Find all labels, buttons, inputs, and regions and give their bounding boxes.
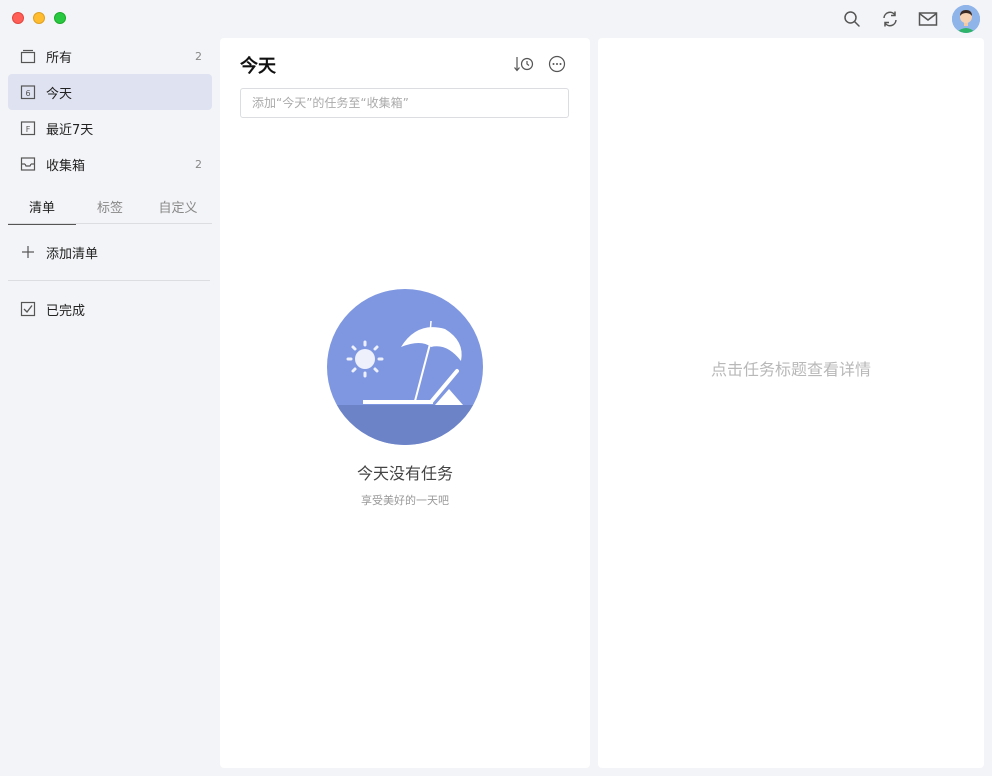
calendar-today-icon: 6 [20, 84, 36, 100]
inbox-icon [20, 156, 36, 172]
zoom-window-button[interactable] [54, 12, 66, 24]
sidebar-tabs: 清单 标签 自定义 [8, 188, 212, 225]
sidebar: 所有 2 6 今天 F 最近7天 收集箱 2 清单 标签 自定义 添加清单 已完… [0, 38, 220, 776]
task-list-panel: 今天 今天没有任务 享受美好的 [220, 38, 590, 768]
title-bar [0, 0, 992, 38]
tab-tags[interactable]: 标签 [76, 188, 144, 224]
detail-hint: 点击任务标题查看详情 [710, 360, 871, 379]
sidebar-item-inbox[interactable]: 收集箱 2 [8, 146, 212, 182]
calendar-week-icon: F [20, 120, 36, 136]
sidebar-item-all[interactable]: 所有 2 [8, 38, 212, 74]
sidebar-item-label: 收集箱 [46, 158, 86, 174]
empty-state-title: 今天没有任务 [356, 464, 453, 483]
empty-state-subtitle: 享受美好的一天吧 [361, 494, 449, 507]
item-count: 2 [195, 49, 202, 63]
sidebar-item-label: 所有 [46, 50, 73, 66]
sidebar-item-today[interactable]: 6 今天 [8, 74, 212, 110]
mail-icon[interactable] [914, 5, 942, 33]
sidebar-item-next-7-days[interactable]: F 最近7天 [8, 110, 212, 146]
minimize-window-button[interactable] [33, 12, 45, 24]
plus-icon [20, 244, 36, 260]
task-detail-panel: 点击任务标题查看详情 [598, 38, 984, 768]
calendar-badge: F [26, 125, 31, 134]
item-count: 2 [195, 157, 202, 171]
add-list-button[interactable]: 添加清单 [8, 234, 212, 270]
stack-icon [20, 48, 36, 64]
completed-label: 已完成 [46, 303, 86, 319]
top-actions [828, 5, 980, 33]
checkbox-checked-icon [20, 301, 36, 317]
avatar[interactable] [952, 5, 980, 33]
add-list-label: 添加清单 [46, 246, 99, 262]
add-task-input[interactable] [240, 88, 569, 118]
tab-custom[interactable]: 自定义 [144, 188, 212, 224]
sort-by-time-icon[interactable] [512, 52, 536, 76]
more-options-icon[interactable] [545, 52, 569, 76]
sidebar-divider [8, 280, 210, 281]
calendar-badge: 6 [25, 89, 30, 98]
tab-lists[interactable]: 清单 [8, 188, 76, 225]
sidebar-item-label: 最近7天 [46, 122, 94, 138]
sidebar-item-completed[interactable]: 已完成 [8, 291, 212, 327]
sidebar-item-label: 今天 [46, 86, 73, 102]
close-window-button[interactable] [12, 12, 24, 24]
empty-state-illustration [327, 289, 483, 445]
page-title: 今天 [240, 56, 276, 77]
sync-icon[interactable] [876, 5, 904, 33]
search-icon[interactable] [838, 5, 866, 33]
